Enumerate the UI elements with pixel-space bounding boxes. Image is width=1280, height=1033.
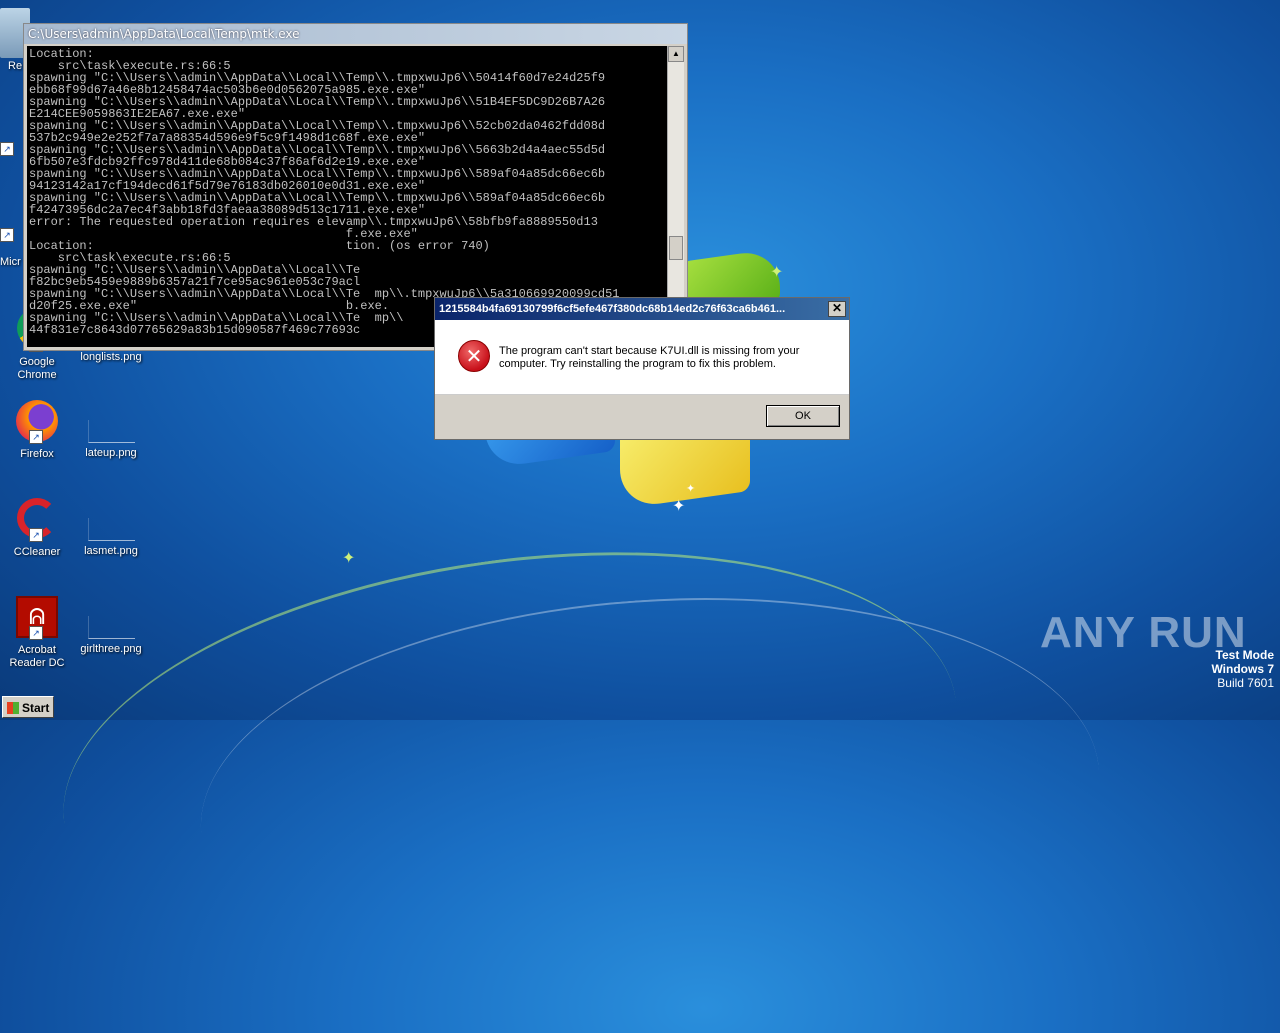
desktop-icon-firefox[interactable]: ↗ Firefox	[0, 400, 74, 461]
test-mode-label: Test Mode	[1215, 648, 1274, 662]
desktop-icon-label: Micr	[0, 256, 21, 268]
desktop-icon-acrobat[interactable]: ᕱ ↗ Acrobat Reader DC	[0, 596, 74, 670]
dialog-title[interactable]: 1215584b4fa69130799f6cf5efe467f380dc68b1…	[435, 298, 849, 320]
desktop-icon-girlthree[interactable]: girlthree.png	[74, 616, 148, 656]
desktop-icon-label: CCleaner	[13, 546, 61, 558]
dialog-message: The program can't start because K7UI.dll…	[499, 345, 800, 370]
windows-flag-icon	[7, 702, 19, 714]
sparkle-icon: ✦	[686, 483, 696, 495]
close-button[interactable]: ✕	[828, 301, 846, 317]
dialog-body: ✕ The program can't start because K7UI.d…	[435, 320, 849, 394]
sparkle-icon: ✦	[342, 550, 356, 567]
png-file-icon	[87, 420, 135, 443]
shortcut-icon: ↗	[0, 212, 20, 242]
desktop-icon-label: lateup.png	[85, 447, 137, 459]
console-title[interactable]: C:\Users\admin\AppData\Local\Temp\mtk.ex…	[24, 24, 687, 44]
start-button[interactable]: Start	[2, 696, 54, 718]
ccleaner-icon: ↗	[15, 498, 59, 542]
desktop-icon-label: girlthree.png	[80, 643, 142, 655]
error-icon: ✕	[458, 340, 490, 372]
shortcut-icon: ↗	[0, 126, 20, 156]
dialog-footer: OK	[435, 394, 849, 439]
desktop-icon-lateup[interactable]: lateup.png	[74, 420, 148, 460]
start-label: Start	[22, 701, 50, 715]
scroll-up-arrow-icon[interactable]: ▲	[668, 46, 684, 62]
desktop-icon-label: Firefox	[20, 448, 54, 460]
close-icon: ✕	[831, 301, 843, 315]
desktop-icon-lasmet[interactable]: lasmet.png	[74, 518, 148, 558]
build-label: Build 7601	[1217, 676, 1274, 690]
desktop-icon-ccleaner[interactable]: ↗ CCleaner	[0, 498, 74, 559]
error-dialog[interactable]: 1215584b4fa69130799f6cf5efe467f380dc68b1…	[434, 297, 850, 440]
sparkle-icon: ✦	[672, 498, 686, 515]
scroll-thumb[interactable]	[669, 236, 683, 260]
desktop-icon-label: Re	[8, 60, 23, 72]
acrobat-icon: ᕱ ↗	[15, 596, 59, 640]
ok-button[interactable]: OK	[766, 405, 840, 427]
desktop-icon-label: Acrobat Reader DC	[9, 644, 65, 669]
sparkle-icon: ✦	[770, 264, 784, 281]
os-info: Test Mode Windows 7 Build 7601	[1211, 648, 1274, 690]
desktop: ✦ ✦ ✦ ✦ Re ↗ Micr ↗ ↗ Google Chrome ↗ Fi…	[0, 0, 1280, 1033]
desktop-icon-label: Google Chrome	[17, 356, 57, 381]
desktop-icon-label: longlists.png	[80, 351, 142, 363]
windows-version-label: Windows 7	[1211, 662, 1274, 676]
desktop-icon-label: lasmet.png	[84, 545, 138, 557]
png-file-icon	[87, 616, 135, 639]
firefox-icon: ↗	[15, 400, 59, 444]
png-file-icon	[87, 518, 135, 541]
